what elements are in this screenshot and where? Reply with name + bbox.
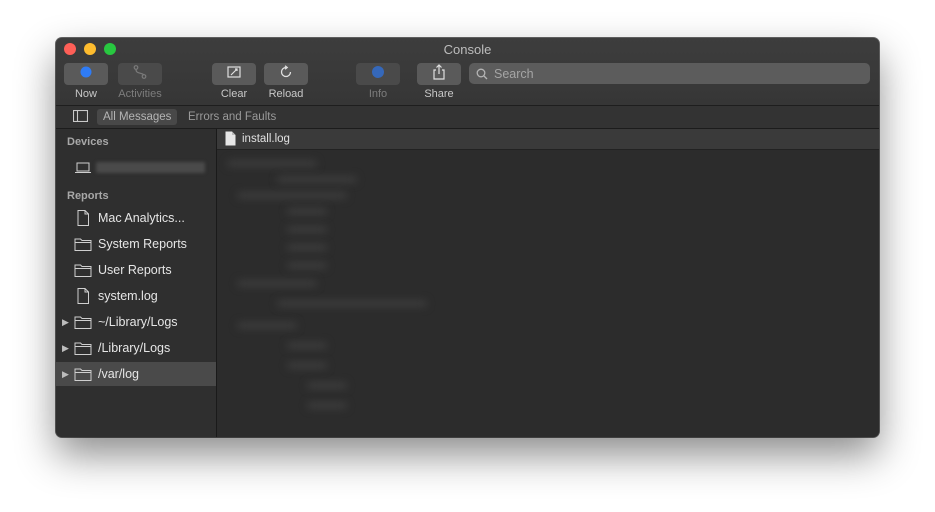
sidebar-item-var-log[interactable]: ▶ /var/log: [56, 362, 216, 386]
disclosure-triangle-icon[interactable]: ▶: [62, 369, 70, 379]
laptop-icon: [74, 161, 92, 179]
toolbar: Console Now Activities Clear Reload Info…: [56, 38, 879, 106]
disclosure-triangle-icon[interactable]: ▶: [62, 317, 70, 327]
tab-errors-and-faults[interactable]: Errors and Faults: [182, 109, 282, 125]
log-content-redacted[interactable]: [217, 150, 879, 437]
sidebar-item-label: ~/Library/Logs: [98, 315, 178, 329]
sidebar-item-label: Mac Analytics...: [98, 211, 185, 225]
folder-icon: [74, 339, 92, 357]
info-label: Info: [368, 88, 388, 100]
sidebar-item-label: System Reports: [98, 237, 187, 251]
sidebar-item-label: /Library/Logs: [98, 341, 171, 355]
sidebar-item-device[interactable]: [74, 159, 205, 175]
file-tab-label: install.log: [242, 133, 290, 145]
folder-icon: [74, 261, 92, 279]
clear-button[interactable]: [212, 63, 256, 85]
sidebar-item-system-reports[interactable]: System Reports: [56, 232, 216, 256]
activities-label: Activities: [118, 88, 162, 100]
document-icon: [74, 287, 92, 305]
sidebar-item-label: system.log: [98, 289, 158, 303]
sidebar-item-library-logs[interactable]: ▶ /Library/Logs: [56, 336, 216, 360]
window-title: Console: [443, 42, 492, 57]
folder-icon: [74, 313, 92, 331]
now-icon: [80, 65, 92, 83]
sidebar-item-user-library-logs[interactable]: ▶ ~/Library/Logs: [56, 310, 216, 334]
folder-icon: [74, 365, 92, 383]
share-icon: [432, 63, 446, 85]
sidebar: Devices Reports Mac Analytics... System …: [56, 129, 217, 437]
file-tab[interactable]: install.log: [217, 129, 879, 150]
log-viewer: install.log: [217, 129, 879, 437]
devices-heading: Devices: [67, 136, 109, 148]
console-window: Console Now Activities Clear Reload Info…: [56, 38, 879, 437]
clear-icon: [226, 65, 242, 84]
sidebar-toggle-icon[interactable]: [73, 110, 88, 122]
document-icon: [225, 131, 236, 151]
reports-heading: Reports: [67, 190, 109, 202]
tab-all-messages[interactable]: All Messages: [97, 109, 178, 125]
sidebar-item-label: User Reports: [98, 263, 172, 277]
info-button[interactable]: [356, 63, 400, 85]
sidebar-item-user-reports[interactable]: User Reports: [56, 258, 216, 282]
now-label: Now: [74, 88, 97, 100]
sidebar-item-system-log[interactable]: system.log: [56, 284, 216, 308]
reload-label: Reload: [268, 88, 304, 100]
search-field[interactable]: [469, 63, 870, 84]
search-input[interactable]: [492, 65, 856, 82]
folder-icon: [74, 235, 92, 253]
filter-bar: All Messages Errors and Faults: [56, 106, 879, 129]
clear-label: Clear: [220, 88, 248, 100]
reload-icon: [279, 64, 293, 84]
share-button[interactable]: [417, 63, 461, 85]
now-button[interactable]: [64, 63, 108, 85]
activities-icon: [132, 64, 148, 85]
document-icon: [74, 209, 92, 227]
sidebar-item-mac-analytics[interactable]: Mac Analytics...: [56, 206, 216, 230]
reload-button[interactable]: [264, 63, 308, 85]
disclosure-triangle-icon[interactable]: ▶: [62, 343, 70, 353]
sidebar-item-label: /var/log: [98, 367, 139, 381]
search-icon: [476, 68, 488, 80]
device-name-redacted: [96, 162, 205, 173]
activities-button[interactable]: [118, 63, 162, 85]
share-label: Share: [424, 88, 454, 100]
info-icon: [371, 65, 385, 84]
